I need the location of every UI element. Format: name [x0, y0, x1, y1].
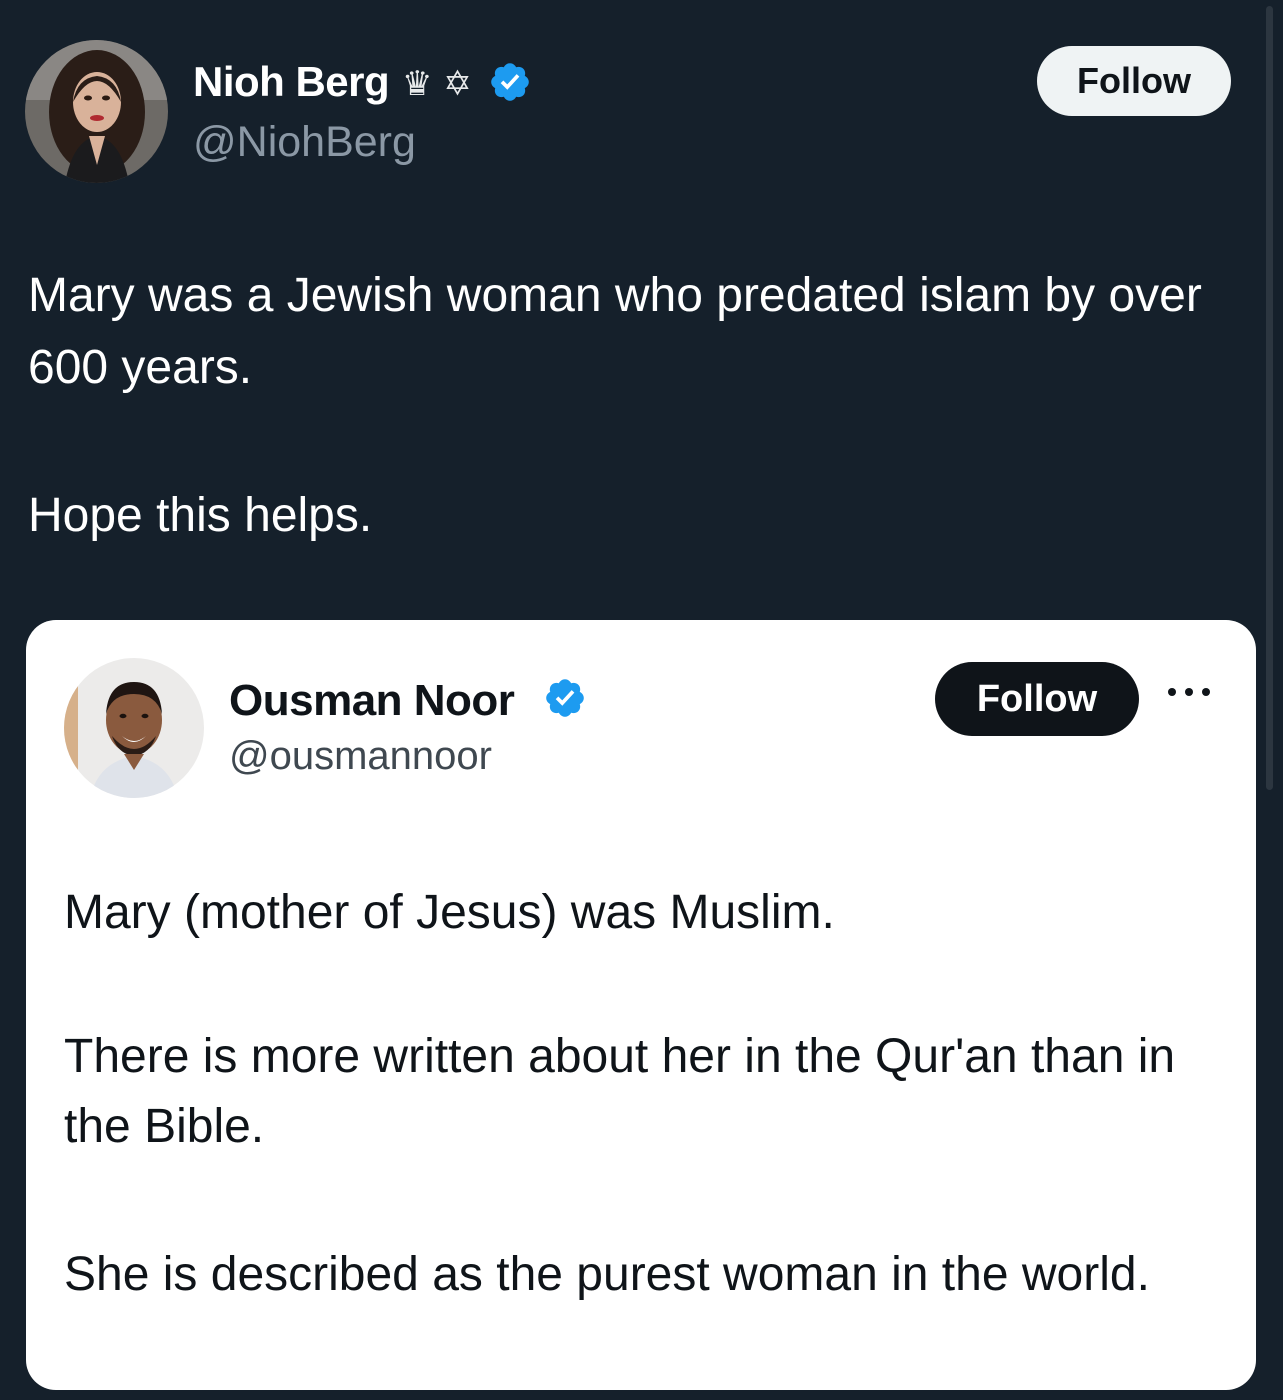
- quoted-text-paragraph: There is more written about her in the Q…: [64, 1030, 1176, 1153]
- tweet-text-paragraph: Hope this helps.: [28, 489, 373, 542]
- quoted-follow-button: Follow: [935, 662, 1139, 736]
- author-avatar[interactable]: [25, 40, 168, 183]
- tweet-text-paragraph: Mary was a Jewish woman who predated isl…: [28, 269, 1202, 394]
- verified-badge-icon: [543, 676, 587, 720]
- quoted-avatar-image: [64, 658, 204, 798]
- more-options-icon: [1164, 682, 1214, 702]
- author-display-name[interactable]: Nioh Berg: [193, 58, 390, 106]
- author-handle[interactable]: @NiohBerg: [193, 118, 416, 167]
- author-avatar-image: [25, 40, 168, 183]
- quoted-author-handle: @ousmannoor: [229, 734, 492, 778]
- scrollbar[interactable]: [1266, 6, 1273, 790]
- quoted-author-display-name: Ousman Noor: [229, 676, 515, 725]
- verified-badge-icon: [488, 60, 532, 104]
- quoted-text-paragraph: Mary (mother of Jesus) was Muslim.: [64, 886, 835, 939]
- author-name-emojis: ♛ ✡: [402, 64, 472, 104]
- quoted-text-paragraph: She is described as the purest woman in …: [64, 1248, 1150, 1301]
- quoted-author-avatar: [64, 658, 204, 798]
- quoted-tweet-image[interactable]: Ousman Noor @ousmannoor Follow Mary (mot…: [26, 620, 1256, 1390]
- follow-button[interactable]: Follow: [1037, 46, 1231, 116]
